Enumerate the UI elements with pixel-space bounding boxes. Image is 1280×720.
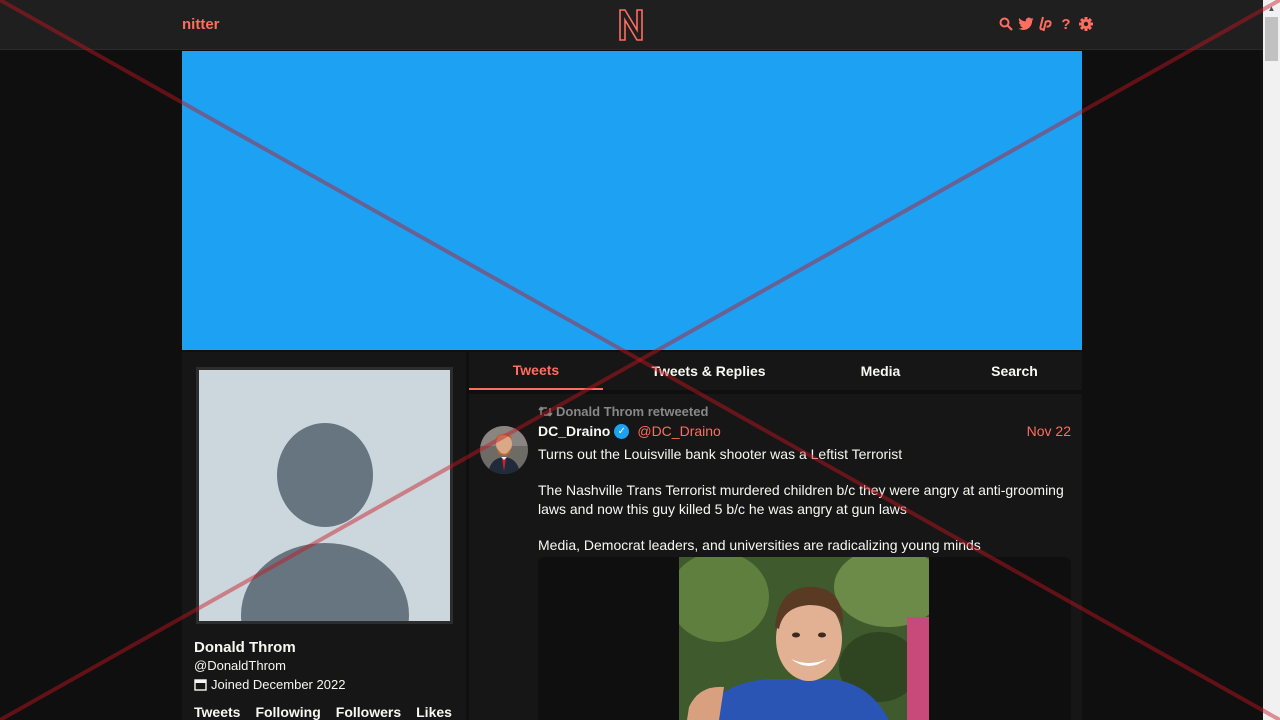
stat-likes[interactable]: Likes xyxy=(416,704,452,720)
gear-icon[interactable] xyxy=(1078,15,1094,33)
tweet-text: Turns out the Louisville bank shooter wa… xyxy=(538,445,1072,572)
twitter-icon[interactable] xyxy=(1018,15,1034,33)
liberapay-icon[interactable] xyxy=(1038,15,1054,33)
stat-tweets[interactable]: Tweets xyxy=(194,704,240,720)
profile-card: Donald Throm @DonaldThrom Joined Decembe… xyxy=(182,352,466,720)
tweet-date[interactable]: Nov 22 xyxy=(1027,423,1071,439)
profile-stats: Tweets Following Followers Likes xyxy=(194,704,452,720)
tweet-avatar[interactable] xyxy=(480,426,528,474)
tab-search[interactable]: Search xyxy=(947,352,1082,390)
brand-link[interactable]: nitter xyxy=(182,16,220,33)
nitter-logo[interactable] xyxy=(617,8,645,42)
help-icon[interactable]: ? xyxy=(1058,15,1074,33)
calendar-icon xyxy=(194,679,207,691)
profile-username[interactable]: @DonaldThrom xyxy=(194,658,286,673)
joined-date: Joined December 2022 xyxy=(211,677,346,692)
tweet-photo[interactable] xyxy=(679,557,929,720)
tweet-header: DC_Draino ✓ @DC_Draino xyxy=(538,423,721,439)
profile-joined: Joined December 2022 xyxy=(194,677,345,692)
retweet-label[interactable]: Donald Throm retweeted xyxy=(556,404,708,419)
tweet-paragraph: Media, Democrat leaders, and universitie… xyxy=(538,537,981,553)
stat-followers[interactable]: Followers xyxy=(336,704,401,720)
scroll-up-arrow-icon[interactable]: ▲ xyxy=(1263,0,1280,17)
top-navbar: nitter ? xyxy=(0,0,1263,50)
retweet-icon xyxy=(538,406,553,417)
profile-fullname[interactable]: Donald Throm xyxy=(194,639,296,656)
timeline: Donald Throm retweeted DC_Draino ✓ @DC_D… xyxy=(469,394,1082,720)
verified-icon: ✓ xyxy=(614,423,630,439)
page-scrollbar[interactable]: ▲ xyxy=(1263,0,1280,720)
tweet-author-name[interactable]: DC_Draino xyxy=(538,423,610,439)
tweet-paragraph: Turns out the Louisville bank shooter wa… xyxy=(538,446,903,462)
stat-following[interactable]: Following xyxy=(255,704,320,720)
tab-tweets-replies[interactable]: Tweets & Replies xyxy=(603,352,814,390)
timeline-tabs: Tweets Tweets & Replies Media Search xyxy=(469,352,1082,390)
tab-media[interactable]: Media xyxy=(814,352,947,390)
tab-tweets[interactable]: Tweets xyxy=(469,352,603,390)
tweet-media[interactable] xyxy=(538,557,1071,720)
scroll-thumb[interactable] xyxy=(1265,17,1278,61)
profile-avatar[interactable] xyxy=(196,367,453,624)
profile-banner[interactable] xyxy=(182,51,1082,350)
tweet-paragraph: The Nashville Trans Terrorist murdered c… xyxy=(538,482,1064,517)
search-icon[interactable] xyxy=(998,15,1014,33)
tweet-author-handle[interactable]: @DC_Draino xyxy=(637,423,720,439)
retweet-header: Donald Throm retweeted xyxy=(538,404,708,419)
